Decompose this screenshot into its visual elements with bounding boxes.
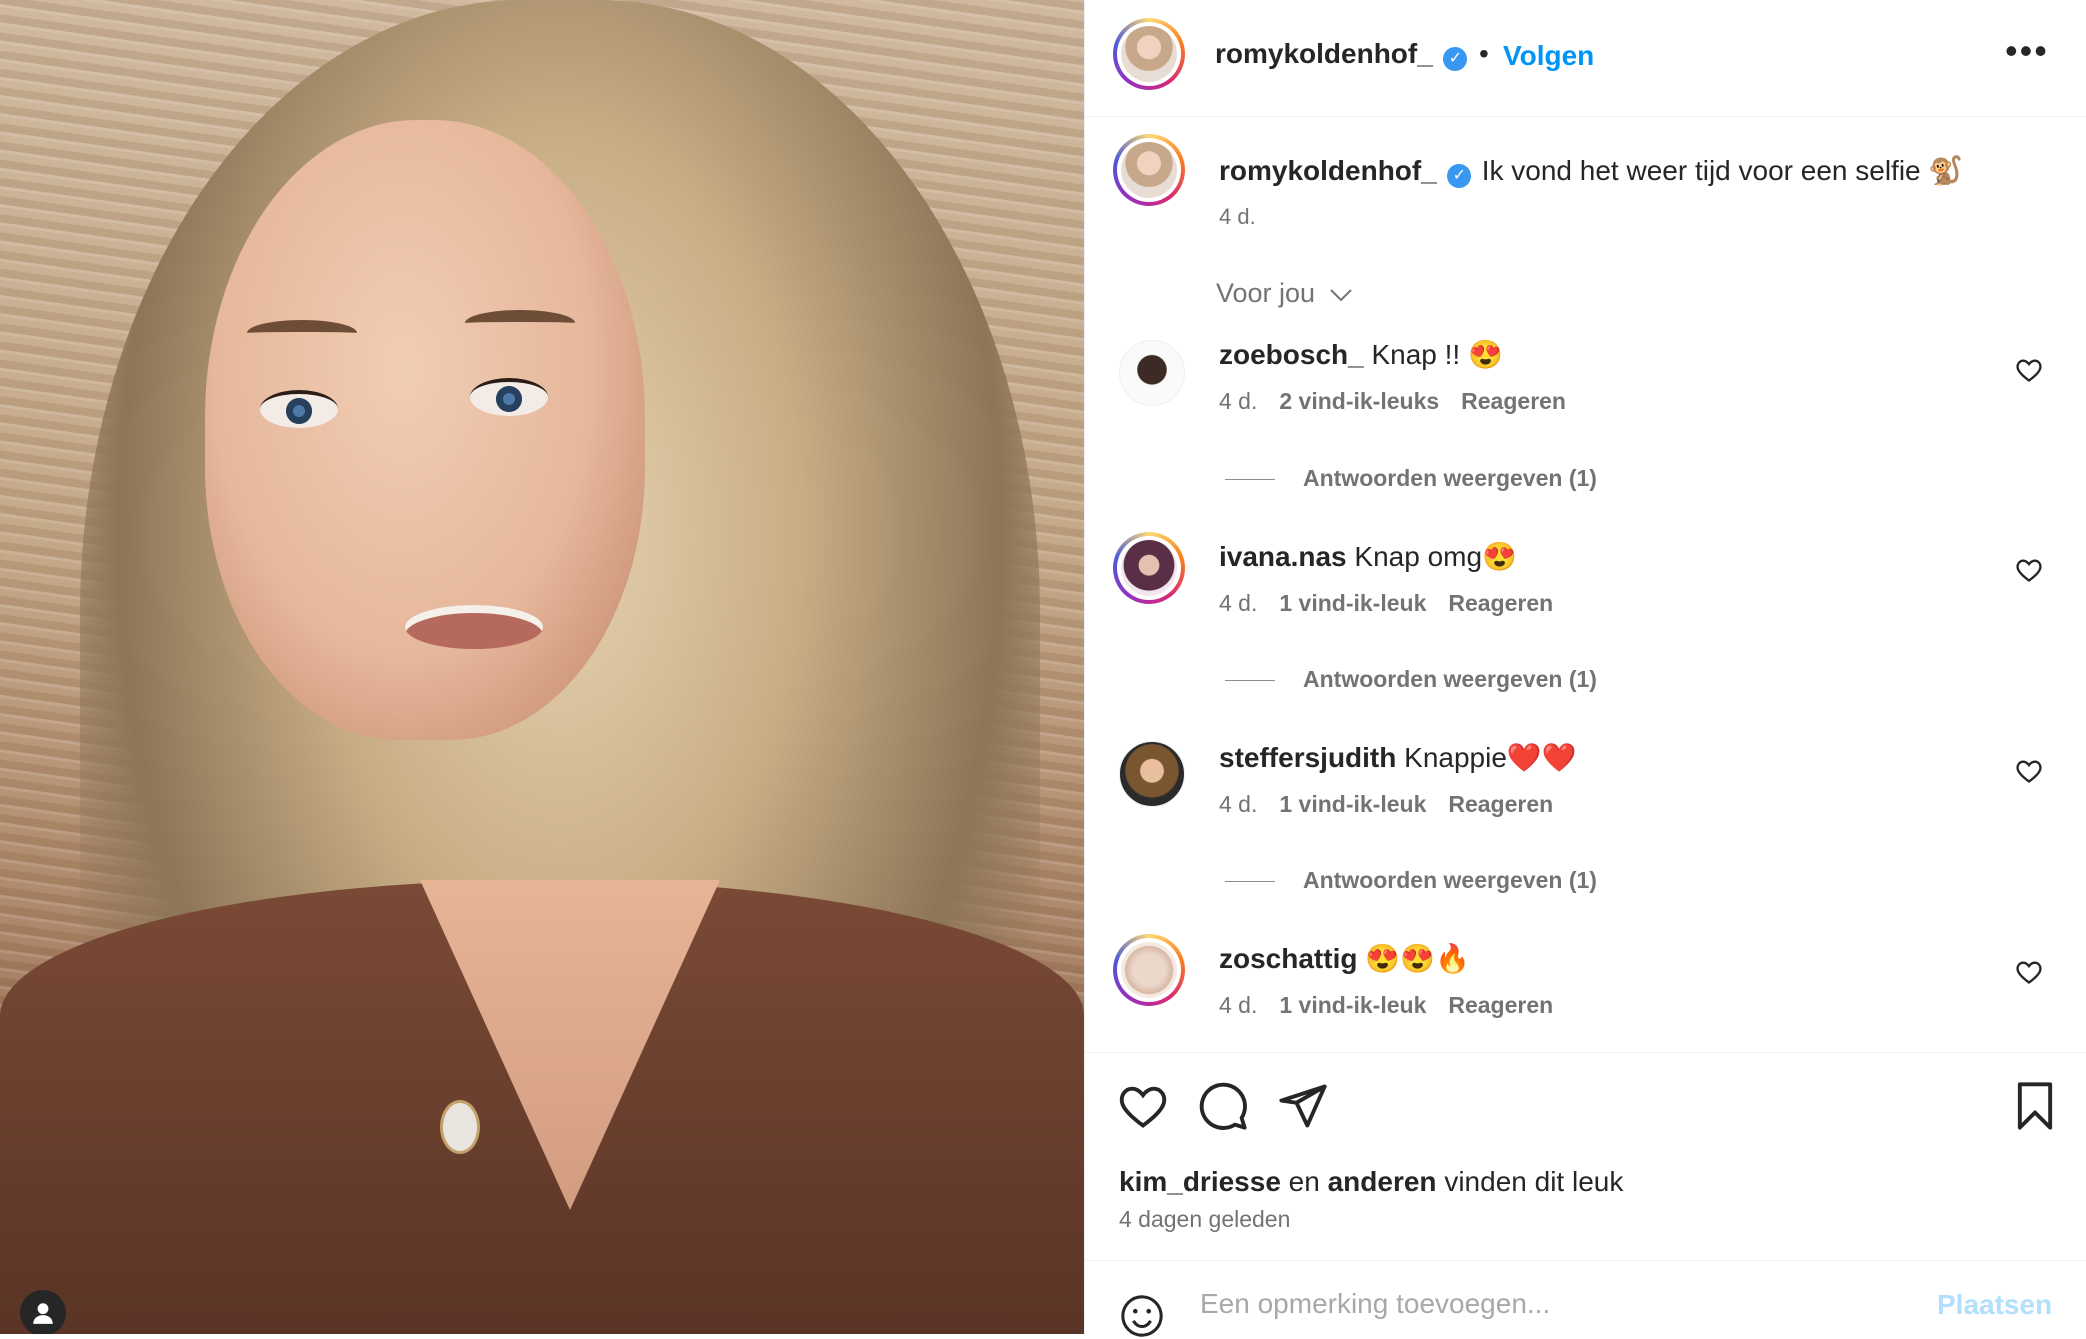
comment-likes[interactable]: 2 vind-ik-leuks — [1279, 388, 1439, 414]
comment-time[interactable]: 4 d. — [1219, 388, 1257, 414]
comment-text: Knap omg😍 — [1354, 541, 1517, 572]
actions-divider — [1085, 1052, 2086, 1053]
comment-icon[interactable] — [1197, 1080, 1249, 1132]
post-photo[interactable] — [0, 0, 1084, 1334]
commenter-avatar[interactable] — [1119, 340, 1185, 406]
follow-button[interactable]: Volgen — [1503, 40, 1594, 72]
comment-likes[interactable]: 1 vind-ik-leuk — [1279, 590, 1426, 616]
bookmark-icon[interactable] — [2009, 1080, 2061, 1132]
commenter-avatar[interactable] — [1113, 532, 1185, 604]
reply-button[interactable]: Reageren — [1448, 791, 1553, 817]
more-options-icon[interactable]: ••• — [2005, 30, 2049, 72]
sort-dropdown[interactable]: Voor jou — [1216, 278, 1353, 309]
user-tag-icon[interactable] — [20, 1290, 66, 1334]
face — [205, 120, 645, 740]
likes-others-link[interactable]: anderen — [1328, 1166, 1437, 1197]
post-header: romykoldenhof_ ✓ • Volgen ••• — [1085, 0, 2086, 117]
right-brow — [465, 310, 575, 336]
view-replies-label: Antwoorden weergeven (1) — [1303, 666, 1597, 692]
verified-icon: ✓ — [1447, 163, 1472, 188]
view-replies-button[interactable]: Antwoorden weergeven (1) — [1225, 465, 1597, 492]
author-avatar[interactable] — [1113, 18, 1185, 90]
comment-likes[interactable]: 1 vind-ik-leuk — [1279, 992, 1426, 1018]
comment-username[interactable]: ivana.nas — [1219, 541, 1347, 572]
comment-text: 😍😍🔥 — [1365, 943, 1470, 974]
caption-time[interactable]: 4 d. — [1219, 204, 1256, 230]
add-comment-bar: Plaatsen — [1085, 1260, 2086, 1337]
comment-time[interactable]: 4 d. — [1219, 590, 1257, 616]
sort-label: Voor jou — [1216, 278, 1316, 308]
commenter-avatar[interactable] — [1119, 741, 1185, 807]
heart-icon[interactable] — [1117, 1080, 1169, 1132]
comment-time[interactable]: 4 d. — [1219, 992, 1257, 1018]
left-brow — [247, 320, 357, 346]
caption-text: Ik vond het weer tijd voor een selfie 🐒 — [1481, 155, 1964, 186]
post-sidebar: romykoldenhof_ ✓ • Volgen ••• romykolden… — [1084, 0, 2086, 1337]
likes-and: en — [1288, 1166, 1320, 1197]
comment-likes[interactable]: 1 vind-ik-leuk — [1279, 791, 1426, 817]
comment-username[interactable]: zoebosch_ — [1219, 339, 1364, 370]
caption: romykoldenhof_ ✓ Ik vond het weer tijd v… — [1219, 154, 1963, 188]
comment-heart-icon[interactable] — [2015, 556, 2043, 584]
comment-text: Knap !! 😍 — [1371, 339, 1503, 370]
caption-username[interactable]: romykoldenhof_ — [1219, 155, 1437, 186]
comment-heart-icon[interactable] — [2015, 757, 2043, 785]
likes-summary: kim_driesse en anderen vinden dit leuk — [1119, 1166, 1623, 1198]
comment-time[interactable]: 4 d. — [1219, 791, 1257, 817]
comment-input[interactable] — [1198, 1283, 1962, 1325]
reply-button[interactable]: Reageren — [1461, 388, 1566, 414]
share-icon[interactable] — [1277, 1080, 1329, 1132]
comment-username[interactable]: steffersjudith — [1219, 742, 1396, 773]
emoji-icon[interactable] — [1119, 1293, 1165, 1339]
verified-icon: ✓ — [1443, 46, 1468, 71]
reply-button[interactable]: Reageren — [1448, 590, 1553, 616]
comment-username[interactable]: zoschattig — [1219, 943, 1357, 974]
view-replies-label: Antwoorden weergeven (1) — [1303, 867, 1597, 893]
author-username[interactable]: romykoldenhof_ — [1215, 38, 1433, 69]
view-replies-button[interactable]: Antwoorden weergeven (1) — [1225, 666, 1597, 693]
post-time[interactable]: 4 dagen geleden — [1119, 1206, 1290, 1233]
liker-username[interactable]: kim_driesse — [1119, 1166, 1281, 1197]
pendant — [440, 1100, 480, 1154]
comment-heart-icon[interactable] — [2015, 958, 2043, 986]
view-replies-button[interactable]: Antwoorden weergeven (1) — [1225, 867, 1597, 894]
reply-button[interactable]: Reageren — [1448, 992, 1553, 1018]
separator-dot: • — [1479, 38, 1489, 69]
post-comment-button[interactable]: Plaatsen — [1937, 1289, 2052, 1321]
likes-suffix: vinden dit leuk — [1444, 1166, 1624, 1197]
view-replies-label: Antwoorden weergeven (1) — [1303, 465, 1597, 491]
right-eye — [470, 378, 548, 416]
caption-avatar[interactable] — [1113, 134, 1185, 206]
mouth — [405, 605, 543, 649]
comment-text: Knappie❤️❤️ — [1404, 742, 1577, 773]
chevron-down-icon — [1329, 289, 1352, 302]
comment-heart-icon[interactable] — [2015, 356, 2043, 384]
commenter-avatar[interactable] — [1113, 934, 1185, 1006]
left-eye — [260, 390, 338, 428]
